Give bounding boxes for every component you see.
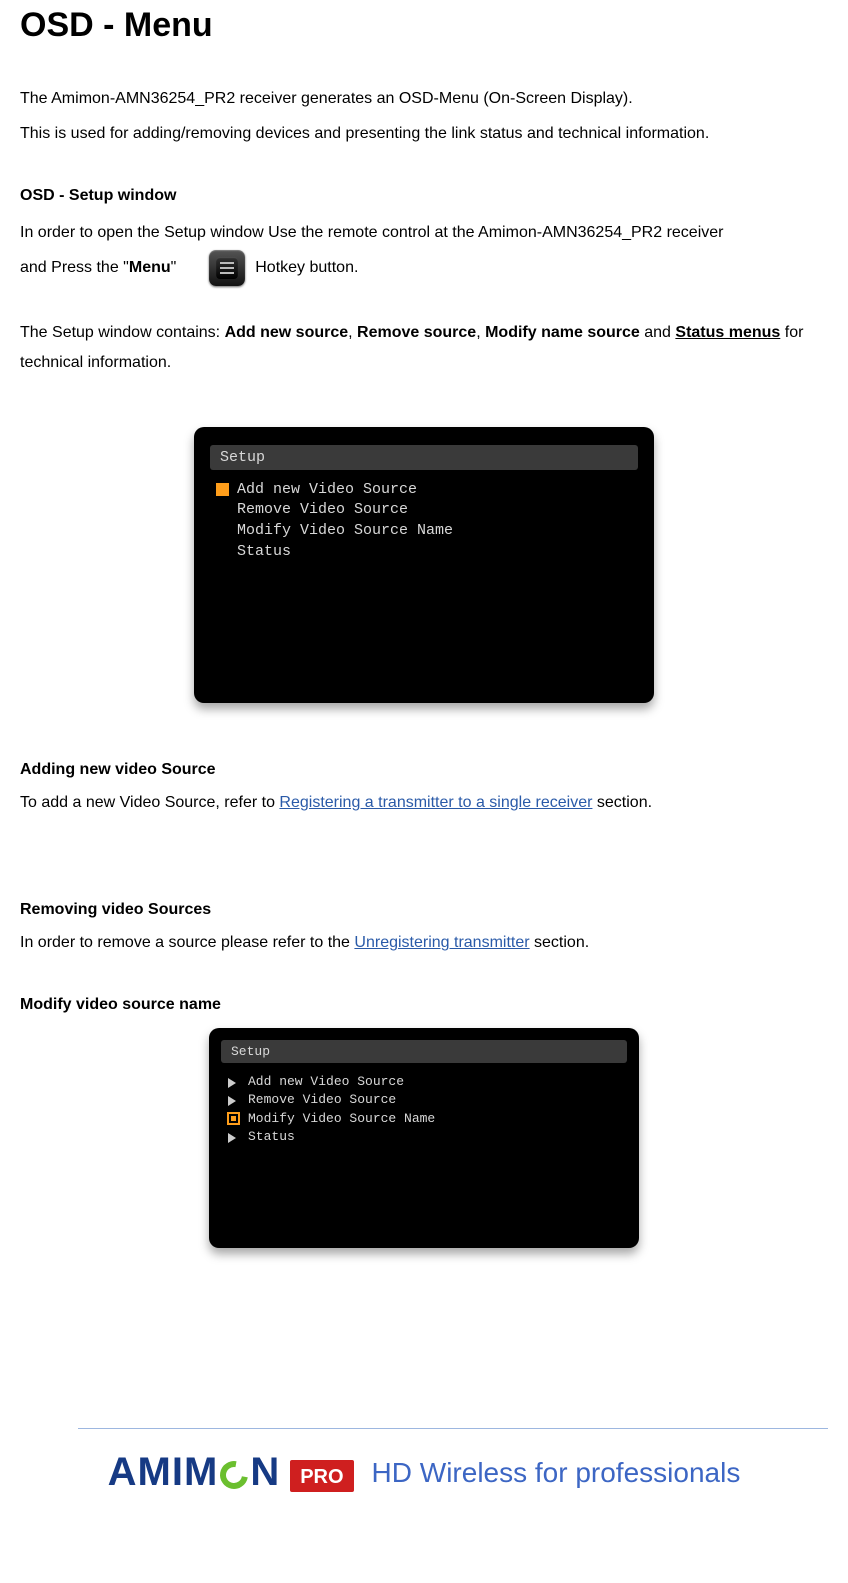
intro-paragraph-2: This is used for adding/removing devices… <box>20 120 828 149</box>
setup-instr-post: Hotkey button. <box>255 259 358 276</box>
osd-item-label: Modify Video Source Name <box>248 1111 435 1127</box>
setup-osd-screenshot-2: Setup Add new Video Source Remove Video S… <box>209 1028 639 1248</box>
osd-item-label: Remove Video Source <box>237 501 408 520</box>
osd-menu-item: Modify Video Source Name <box>221 1110 627 1128</box>
selected-marker-icon <box>227 1112 240 1125</box>
arrow-icon <box>227 1131 240 1144</box>
menu-hotkey-icon <box>209 250 245 286</box>
setup-instr-line1: In order to open the Setup window Use th… <box>20 224 723 241</box>
osd-menu-item: Add new Video Source <box>221 1073 627 1091</box>
setup-instr-pre: and Press the " <box>20 259 129 276</box>
marker <box>216 525 229 538</box>
registering-link[interactable]: Registering a transmitter to a single re… <box>279 794 592 811</box>
page-footer: AMIMN PRO HD Wireless for professionals <box>20 1428 828 1495</box>
osd-item-label: Remove Video Source <box>248 1092 396 1108</box>
marker <box>216 546 229 559</box>
osd-item-label: Status <box>248 1129 295 1145</box>
brand-logo: AMIMN PRO <box>108 1450 354 1495</box>
unregistering-link[interactable]: Unregistering transmitter <box>354 934 529 951</box>
osd-item-label: Add new Video Source <box>237 481 417 500</box>
adding-paragraph: To add a new Video Source, refer to Regi… <box>20 789 828 818</box>
logo-ring-icon <box>215 1455 254 1494</box>
marker <box>216 504 229 517</box>
osd-item-label: Modify Video Source Name <box>237 522 453 541</box>
adding-heading: Adding new video Source <box>20 761 828 779</box>
arrow-icon <box>227 1076 240 1089</box>
intro-paragraph-1: The Amimon-AMN36254_PR2 receiver generat… <box>20 85 828 114</box>
selected-marker-icon <box>216 483 229 496</box>
removing-heading: Removing video Sources <box>20 901 828 919</box>
setup-heading: OSD - Setup window <box>20 187 828 205</box>
osd-item-label: Add new Video Source <box>248 1074 404 1090</box>
setup-instr-quote-close: " <box>171 259 177 276</box>
osd-title: Setup <box>221 1040 627 1063</box>
footer-tagline: HD Wireless for professionals <box>372 1459 741 1487</box>
modify-heading: Modify video source name <box>20 996 828 1014</box>
osd-menu-item: Status <box>221 1128 627 1146</box>
menu-word: Menu <box>129 259 171 276</box>
osd-menu-item: Remove Video Source <box>221 1091 627 1109</box>
osd-menu-item: Add new Video Source <box>210 480 638 501</box>
osd-menu-item: Modify Video Source Name <box>210 521 638 542</box>
arrow-icon <box>227 1094 240 1107</box>
setup-contains: The Setup window contains: Add new sourc… <box>20 318 828 379</box>
osd-menu-item: Status <box>210 542 638 563</box>
osd-menu-item: Remove Video Source <box>210 500 638 521</box>
osd-title: Setup <box>210 445 638 470</box>
removing-paragraph: In order to remove a source please refer… <box>20 929 828 958</box>
page-title: OSD - Menu <box>20 6 828 45</box>
setup-instruction: In order to open the Setup window Use th… <box>20 215 828 286</box>
setup-osd-screenshot-1: Setup Add new Video SourceRemove Video S… <box>194 427 654 703</box>
pro-badge: PRO <box>290 1460 353 1492</box>
osd-item-label: Status <box>237 543 291 562</box>
